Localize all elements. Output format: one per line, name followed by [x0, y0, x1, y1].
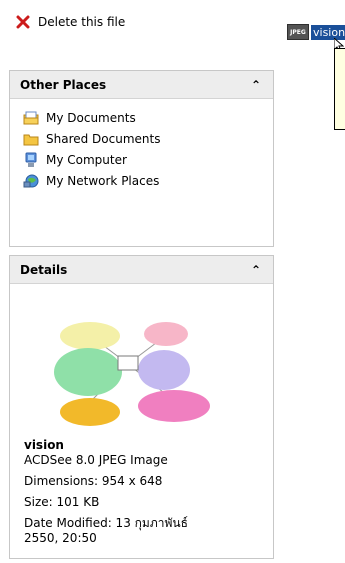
jpeg-icon-text: JPEG — [290, 28, 306, 36]
my-documents-label: My Documents — [46, 110, 136, 125]
details-info: vision ACDSee 8.0 JPEG Image Dimensions:… — [10, 438, 273, 546]
place-link-shared-documents[interactable]: Shared Documents — [10, 128, 273, 149]
tooltip-popup — [334, 48, 345, 130]
other-places-header[interactable]: Other Places ⌃ — [10, 71, 273, 99]
date-modified-line2: 2550, 20:50 — [24, 531, 97, 545]
shared-documents-label: Shared Documents — [46, 131, 161, 146]
place-link-my-documents[interactable]: My Documents — [10, 107, 273, 128]
my-computer-label: My Computer — [46, 152, 127, 167]
delete-icon — [14, 13, 32, 31]
delete-file-label: Delete this file — [38, 15, 126, 29]
my-computer-icon — [22, 151, 40, 169]
my-network-places-label: My Network Places — [46, 173, 160, 188]
task-pane: Delete this file Other Places ⌃ My Docum… — [0, 0, 281, 563]
place-link-my-network-places[interactable]: My Network Places — [10, 170, 273, 191]
details-header[interactable]: Details ⌃ — [10, 256, 273, 284]
image-thumbnail — [38, 294, 218, 434]
collapse-chevron-icon[interactable]: ⌃ — [251, 263, 261, 277]
my-documents-icon — [22, 109, 40, 127]
details-panel: Details ⌃ vision ACDSee 8.0 JPEG Image D… — [9, 255, 274, 559]
my-network-places-icon — [22, 172, 40, 190]
delete-file-task[interactable]: Delete this file — [10, 13, 271, 31]
jpeg-file-icon: JPEG — [287, 24, 309, 40]
collapse-chevron-icon[interactable]: ⌃ — [251, 78, 261, 92]
details-title: Details — [20, 262, 68, 277]
date-modified-line1: Date Modified: 13 กุมภาพันธ์ — [24, 516, 188, 530]
file-size: Size: 101 KB — [24, 495, 100, 509]
other-places-panel: Other Places ⌃ My Documents Shared Docum… — [9, 70, 274, 247]
shared-documents-icon — [22, 130, 40, 148]
file-name: vision — [24, 438, 64, 452]
file-type: ACDSee 8.0 JPEG Image — [24, 453, 168, 467]
other-places-title: Other Places — [20, 77, 107, 92]
place-link-my-computer[interactable]: My Computer — [10, 149, 273, 170]
file-dimensions: Dimensions: 954 x 648 — [24, 474, 163, 488]
